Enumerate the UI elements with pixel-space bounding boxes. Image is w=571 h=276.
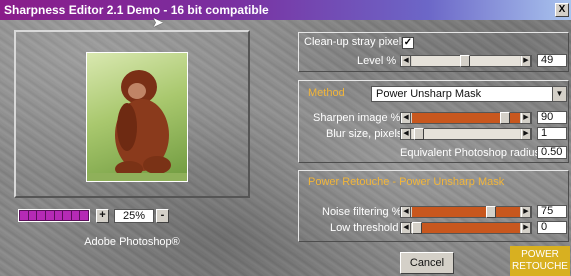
title-bar[interactable]: Sharpness Editor 2.1 Demo - 16 bit compa… <box>0 0 571 20</box>
slider-thumb[interactable] <box>486 206 496 218</box>
zoom-out-button[interactable]: - <box>156 209 169 223</box>
sharpen-slider[interactable]: ◀ ▶ <box>400 112 532 124</box>
cleanup-checkbox[interactable]: ✓ <box>402 37 414 49</box>
zoom-segment <box>45 211 54 220</box>
low-threshold-value-field[interactable]: 0 <box>537 221 567 234</box>
blur-slider[interactable]: ◀ ▶ <box>400 128 532 140</box>
slider-right-arrow-icon[interactable]: ▶ <box>521 113 531 123</box>
slider-left-arrow-icon[interactable]: ◀ <box>401 56 411 66</box>
cancel-button[interactable]: Cancel <box>400 252 454 274</box>
sharpen-label: Sharpen image % <box>313 112 401 124</box>
slider-right-arrow-icon[interactable]: ▶ <box>521 223 531 233</box>
zoom-segment <box>54 211 63 220</box>
sharpness-editor-window: Sharpness Editor 2.1 Demo - 16 bit compa… <box>0 0 571 276</box>
cleanup-checkbox-label: Clean-up stray pixels <box>304 36 407 48</box>
zoom-segment <box>37 211 45 220</box>
power-retouche-logo: POWER RETOUCHE <box>510 246 570 276</box>
slider-left-arrow-icon[interactable]: ◀ <box>401 129 411 139</box>
window-title: Sharpness Editor 2.1 Demo - 16 bit compa… <box>4 3 269 17</box>
logo-line1: POWER <box>521 249 559 260</box>
zoom-segment <box>20 211 28 220</box>
preview-caption: Adobe Photoshop® <box>84 236 180 248</box>
zoom-segment <box>80 211 88 220</box>
level-label: Level % <box>357 55 397 67</box>
method-label: Method <box>308 87 345 99</box>
slider-left-arrow-icon[interactable]: ◀ <box>401 223 411 233</box>
chevron-down-icon[interactable]: ▼ <box>552 87 566 101</box>
preview-frame <box>14 30 250 198</box>
noise-label: Noise filtering % <box>322 206 402 218</box>
close-button[interactable]: X <box>555 3 569 17</box>
preview-image[interactable] <box>86 52 188 182</box>
blur-label: Blur size, pixels <box>326 128 403 140</box>
zoom-segment <box>28 211 37 220</box>
blur-value-field[interactable]: 1 <box>537 127 567 140</box>
noise-slider[interactable]: ◀ ▶ <box>400 206 532 218</box>
zoom-segment <box>71 211 80 220</box>
method-selected: Power Unsharp Mask <box>376 88 482 100</box>
low-threshold-label: Low threshold <box>330 222 399 234</box>
zoom-segment <box>63 211 71 220</box>
level-value-field[interactable]: 49 <box>537 54 567 67</box>
slider-right-arrow-icon[interactable]: ▶ <box>521 207 531 217</box>
slider-thumb[interactable] <box>500 112 510 124</box>
slider-right-arrow-icon[interactable]: ▶ <box>521 129 531 139</box>
slider-right-arrow-icon[interactable]: ▶ <box>521 56 531 66</box>
radius-value-field: 0.50 <box>537 146 567 159</box>
slider-thumb[interactable] <box>460 55 470 67</box>
noise-value-field[interactable]: 75 <box>537 205 567 218</box>
method-dropdown[interactable]: Power Unsharp Mask ▼ <box>371 86 567 102</box>
zoom-level-bar <box>18 209 90 222</box>
zoom-in-button[interactable]: + <box>96 209 109 223</box>
logo-line2: RETOUCHE <box>512 261 568 272</box>
slider-left-arrow-icon[interactable]: ◀ <box>401 207 411 217</box>
mouse-cursor-icon: ➤ <box>152 14 164 30</box>
radius-label: Equivalent Photoshop radius <box>400 147 541 159</box>
sharpen-value-field[interactable]: 90 <box>537 111 567 124</box>
zoom-value: 25% <box>114 209 154 223</box>
retouche-title: Power Retouche - Power Unsharp Mask <box>308 176 505 188</box>
low-threshold-slider[interactable]: ◀ ▶ <box>400 222 532 234</box>
slider-thumb[interactable] <box>414 128 424 140</box>
level-slider[interactable]: ◀ ▶ <box>400 55 532 67</box>
slider-thumb[interactable] <box>412 222 422 234</box>
slider-left-arrow-icon[interactable]: ◀ <box>401 113 411 123</box>
